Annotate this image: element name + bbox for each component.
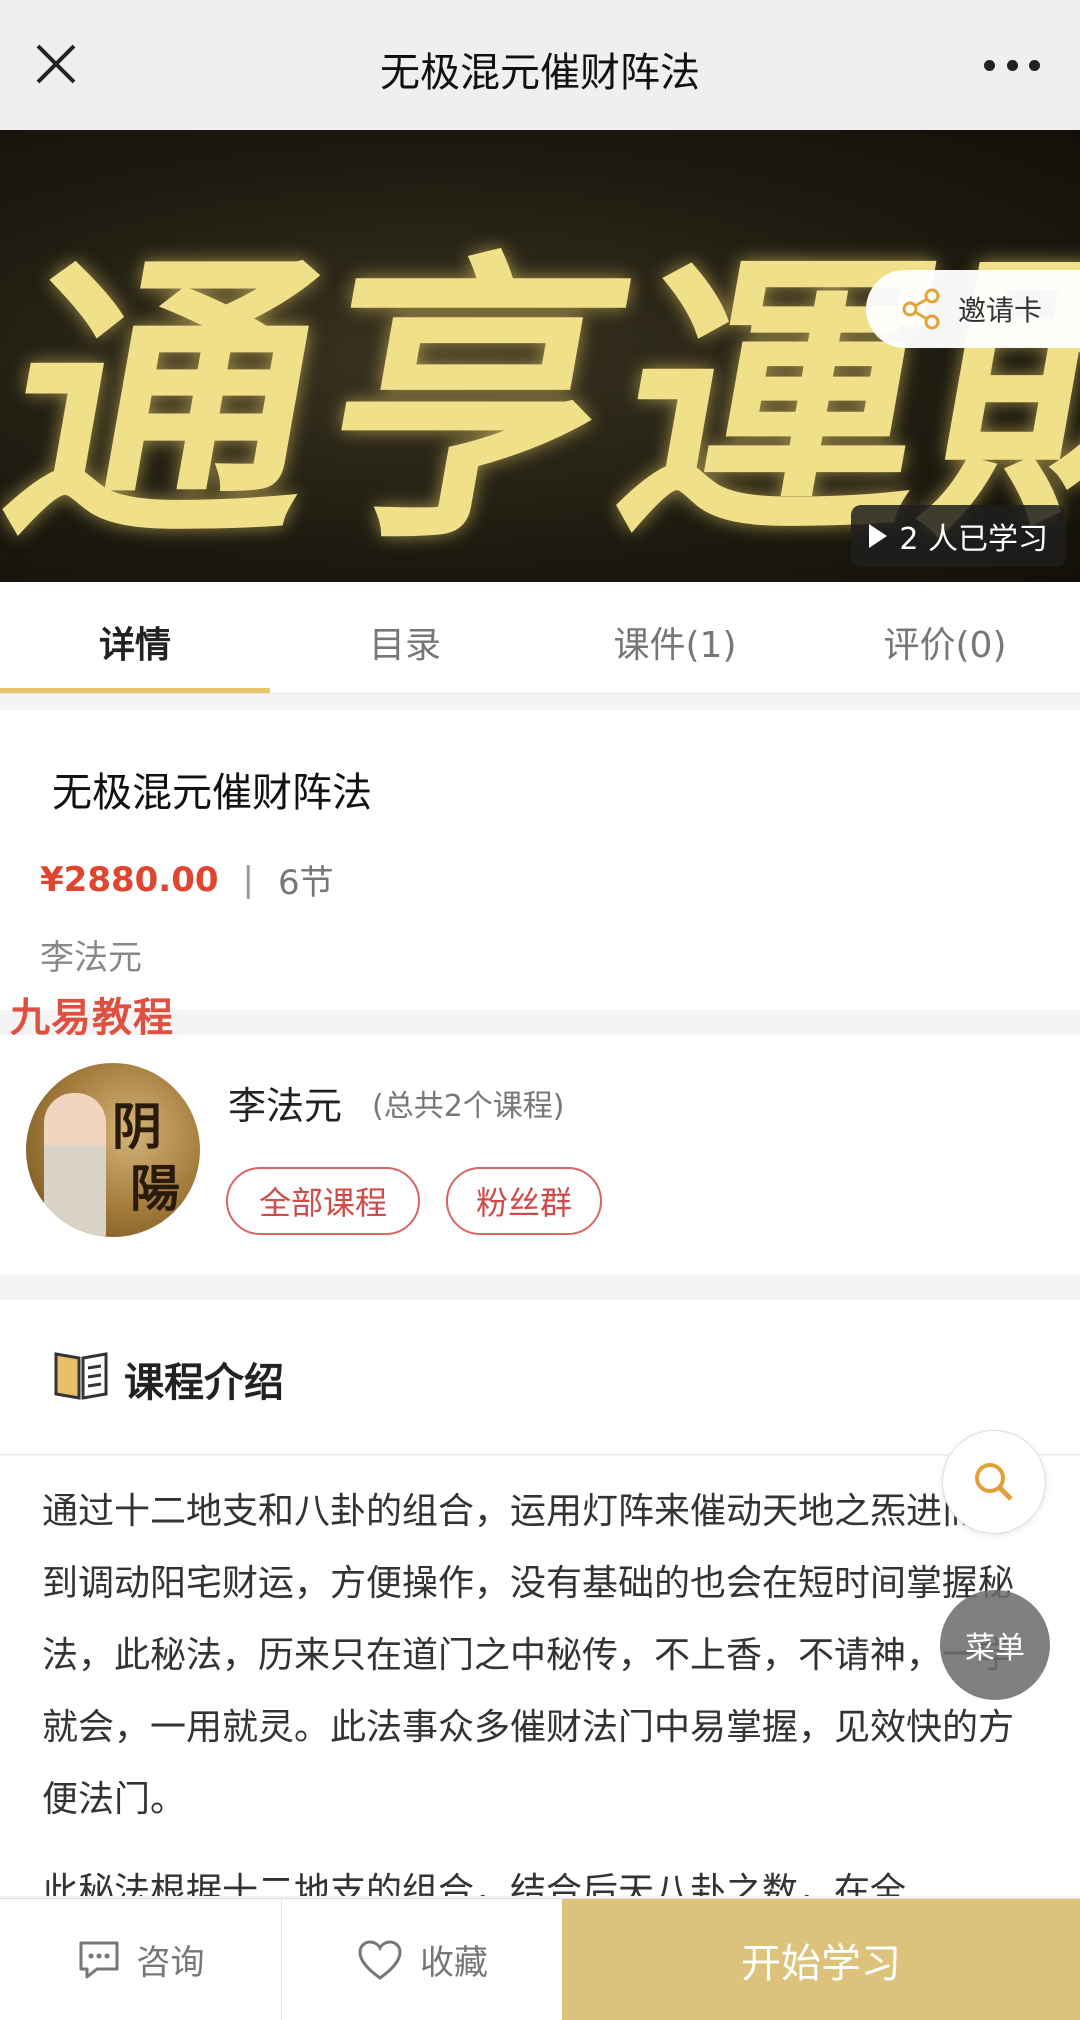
course-name: 无极混元催财阵法 xyxy=(52,770,372,816)
meta-separator: | xyxy=(242,859,254,900)
avatar-glyph: 陽 xyxy=(130,1159,180,1218)
invite-card-label: 邀请卡 xyxy=(958,294,1043,327)
teacher-name[interactable]: 李法元 xyxy=(228,1075,342,1130)
search-button[interactable] xyxy=(942,1430,1046,1534)
start-learning-button[interactable]: 开始学习 xyxy=(562,1899,1080,2020)
tab-bar: 详情 目录 课件(1) 评价(0) xyxy=(0,582,1080,694)
learners-count: 2 人已学习 xyxy=(899,522,1048,557)
course-author: 李法元 xyxy=(40,938,142,978)
course-intro-header: 课程介绍 xyxy=(0,1300,1080,1455)
learners-badge: 2 人已学习 xyxy=(851,505,1066,567)
book-icon xyxy=(54,1352,108,1400)
teacher-avatar[interactable]: 阴 陽 xyxy=(26,1063,200,1237)
bottom-action-bar: 咨询 收藏 开始学习 xyxy=(0,1898,1080,2020)
tab-courseware[interactable]: 课件(1) xyxy=(540,582,810,693)
search-icon xyxy=(975,1463,1013,1501)
intro-paragraph: 此秘法根据十二地支的组合，结合后天八卦之数，在全 xyxy=(42,1871,907,1896)
play-icon xyxy=(869,524,888,548)
tab-catalog[interactable]: 目录 xyxy=(270,582,540,693)
intro-paragraph: 通过十二地支和八卦的组合，运用灯阵来催动天地之炁进而达到调动阳宅财运，方便操作，… xyxy=(42,1491,1015,1820)
course-intro-body: 通过十二地支和八卦的组合，运用灯阵来催动天地之炁进而达到调动阳宅财运，方便操作，… xyxy=(0,1456,1080,1896)
top-bar: 无极混元催财阵法 xyxy=(0,0,1080,130)
all-courses-button[interactable]: 全部课程 xyxy=(226,1167,420,1235)
consult-button[interactable]: 咨询 xyxy=(0,1899,282,2020)
heart-icon xyxy=(358,1939,402,1980)
teacher-course-count: (总共2个课程) xyxy=(372,1089,565,1124)
menu-button[interactable]: 菜单 xyxy=(940,1590,1050,1700)
more-options-icon[interactable] xyxy=(984,50,1040,80)
share-icon xyxy=(902,288,940,330)
lesson-count: 6节 xyxy=(278,863,334,903)
invite-card-button[interactable]: 邀请卡 xyxy=(866,270,1080,348)
tab-reviews[interactable]: 评价(0) xyxy=(810,582,1080,693)
page-title: 无极混元催财阵法 xyxy=(380,50,700,96)
chat-icon xyxy=(79,1941,118,1978)
favorite-label: 收藏 xyxy=(420,1943,488,1983)
fans-group-button[interactable]: 粉丝群 xyxy=(446,1167,602,1235)
course-meta: ¥2880.00 | 6节 xyxy=(40,855,334,904)
avatar-figure xyxy=(44,1093,106,1237)
course-price: ¥2880.00 xyxy=(40,859,219,900)
tab-details[interactable]: 详情 xyxy=(0,582,270,693)
course-banner: 通亨運財 邀请卡 2 人已学习 xyxy=(0,130,1080,582)
course-info-card: 无极混元催财阵法 ¥2880.00 | 6节 李法元 xyxy=(0,710,1080,1010)
consult-label: 咨询 xyxy=(136,1943,205,1983)
course-intro-title: 课程介绍 xyxy=(124,1360,284,1406)
teacher-card: 阴 陽 李法元 (总共2个课程) 全部课程 粉丝群 xyxy=(0,1035,1080,1275)
favorite-button[interactable]: 收藏 xyxy=(282,1899,562,2020)
